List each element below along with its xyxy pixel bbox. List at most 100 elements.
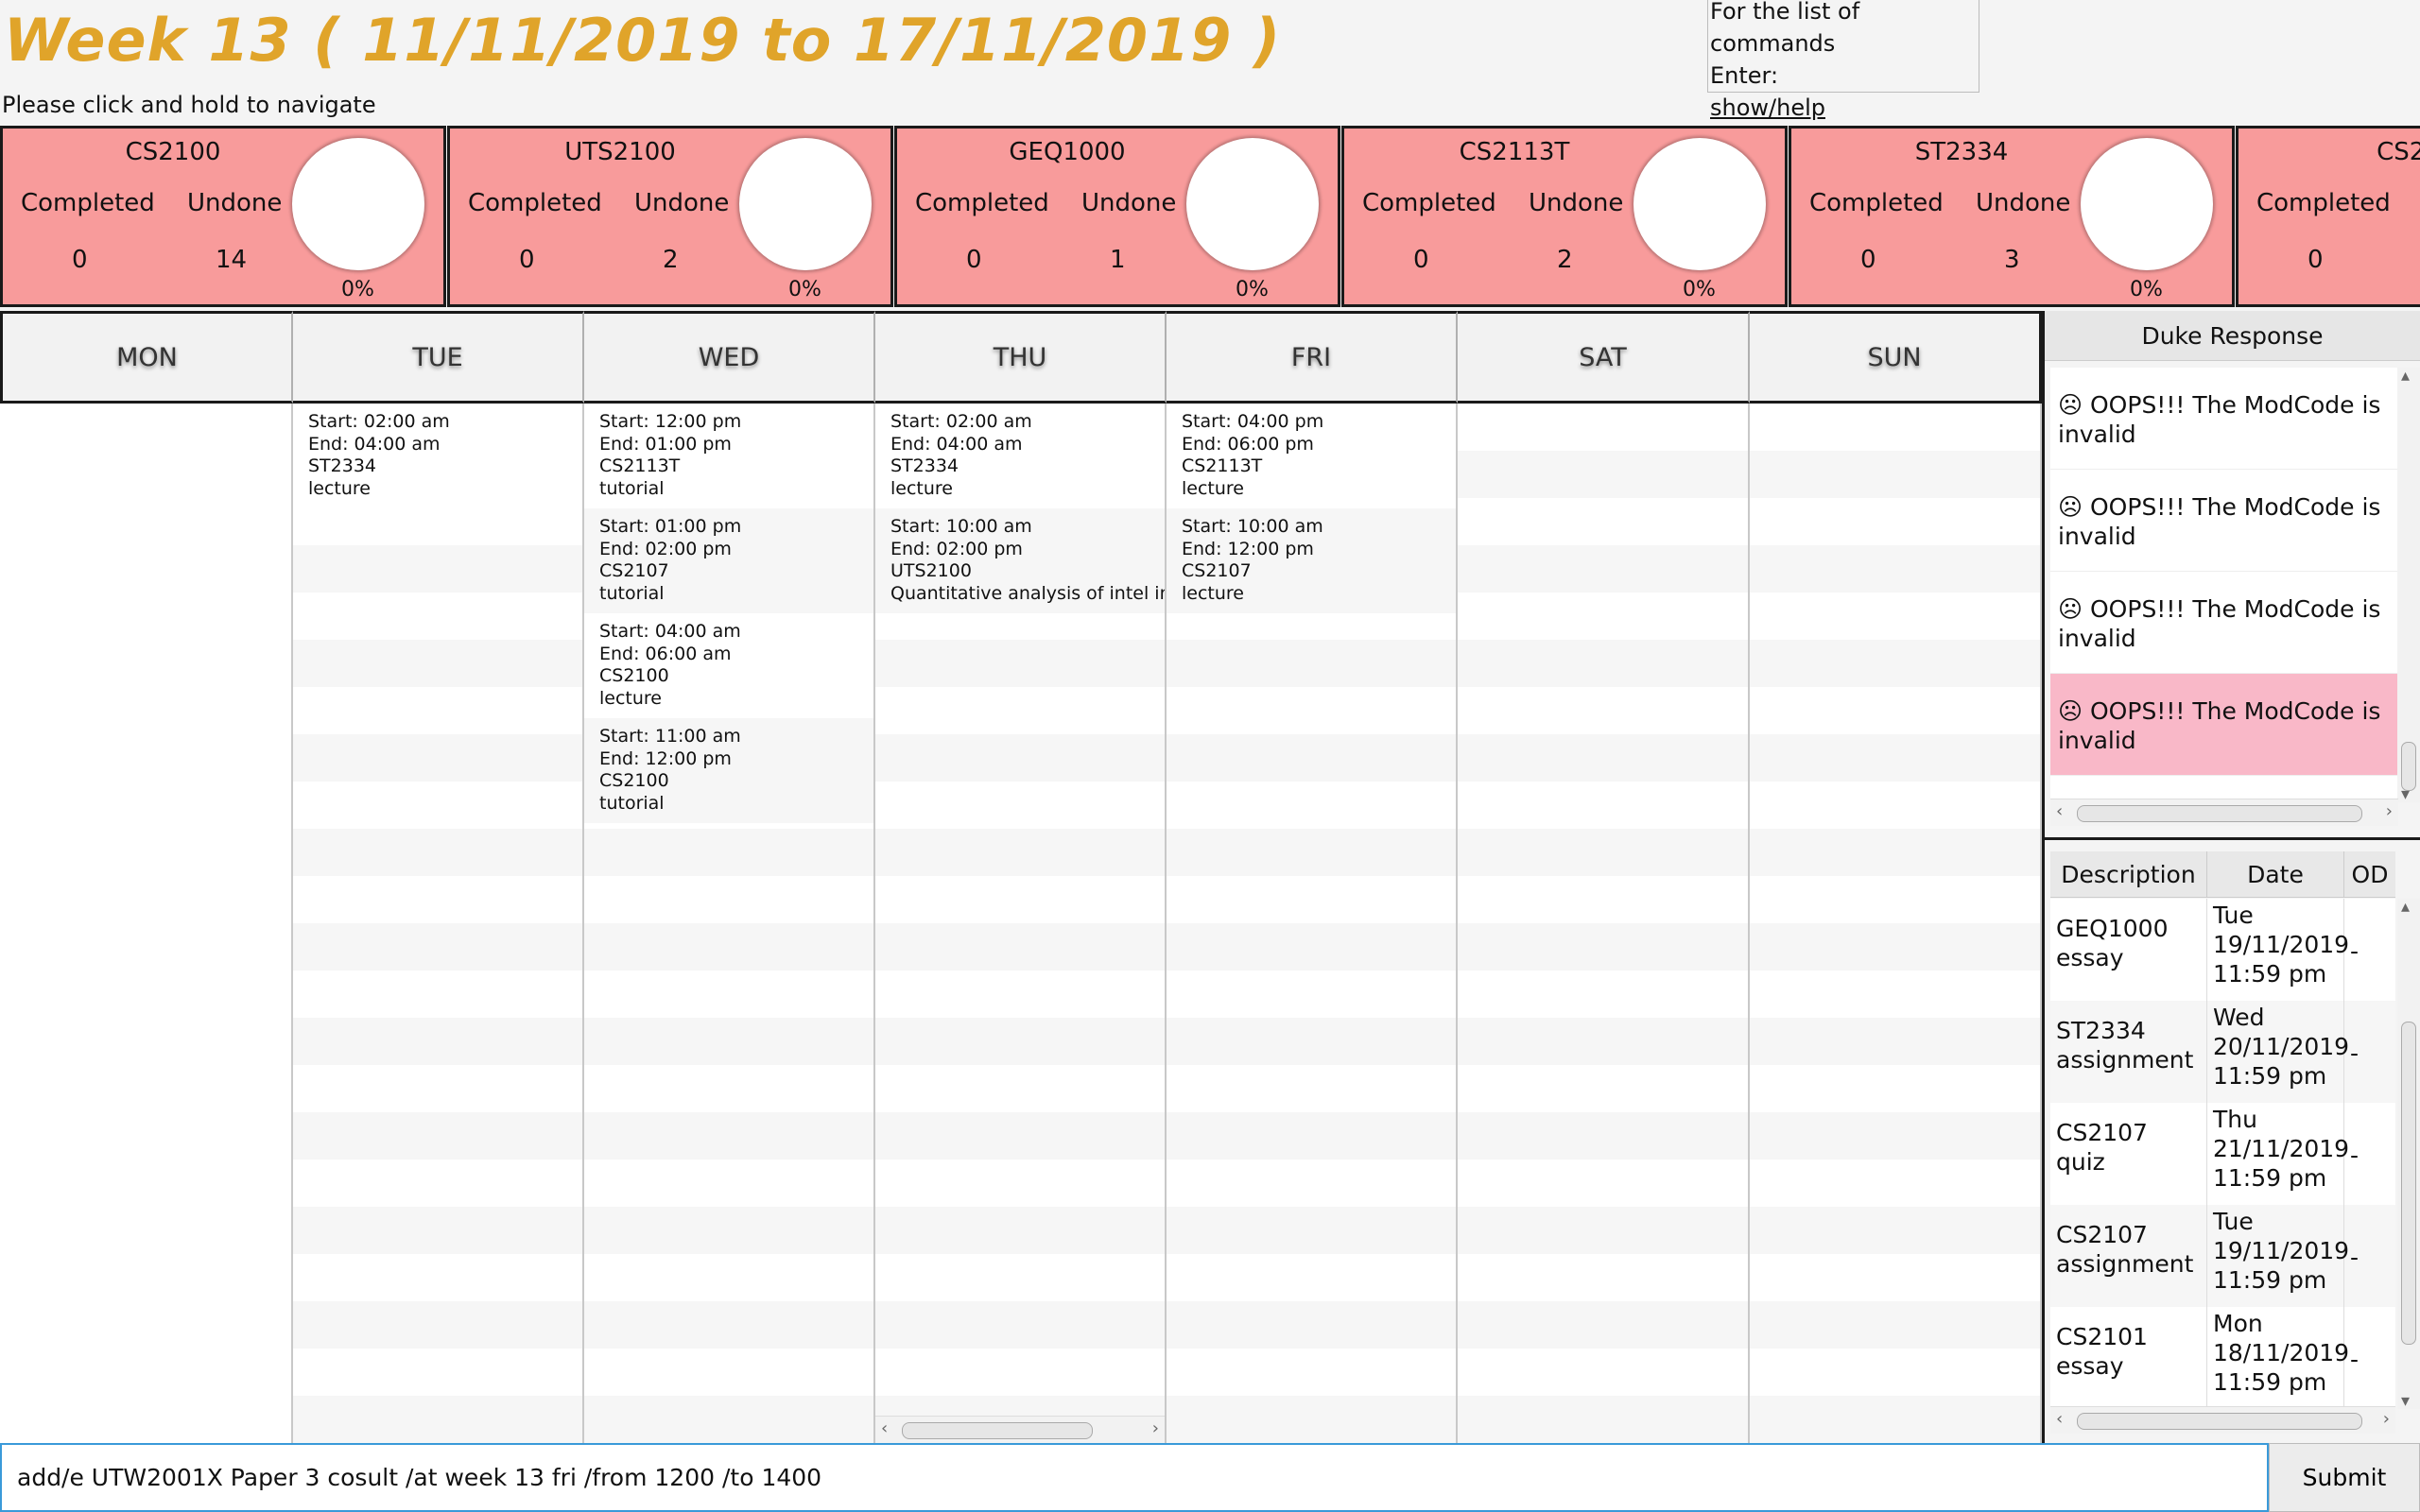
module-card[interactable]: UTS2100 Completed Undone 0 2 0% bbox=[447, 126, 893, 307]
column-header-date[interactable]: Date bbox=[2207, 851, 2344, 897]
deadline-task: assignment bbox=[2056, 1046, 2194, 1074]
row-stripe bbox=[1458, 1301, 1748, 1349]
scroll-down-arrow-icon[interactable]: ▾ bbox=[2401, 1391, 2410, 1411]
deadline-date: Tue 19/11/2019 11:59 pm bbox=[2207, 1205, 2350, 1307]
module-card[interactable]: CS2100 Completed Undone 0 14 0% bbox=[0, 126, 446, 307]
duke-horizontal-scrollbar[interactable]: ‹ › bbox=[2050, 799, 2398, 826]
event-list: Start: 02:00 am End: 04:00 am ST2334 lectur… bbox=[875, 404, 1165, 613]
command-input[interactable] bbox=[0, 1443, 2269, 1512]
module-card[interactable]: CS2113T Completed Undone 0 2 0% bbox=[1341, 126, 1788, 307]
deadline-row[interactable]: CS2107 assignment Tue 19/11/2019 11:59 pm - bbox=[2050, 1205, 2395, 1307]
duke-response-item[interactable]: ☹ OOPS!!! The ModCode is invalid bbox=[2050, 368, 2398, 470]
duke-response-item[interactable]: ☹ OOPS!!! The ModCode is invalid bbox=[2050, 470, 2398, 572]
thu-horizontal-scrollbar[interactable]: ‹ › bbox=[875, 1416, 1165, 1443]
row-stripe bbox=[875, 829, 1165, 876]
deadline-row[interactable]: CS2101 essay Mon 18/11/2019 11:59 pm - bbox=[2050, 1307, 2395, 1409]
day-column-thu[interactable]: Start: 02:00 am End: 04:00 am ST2334 lectur… bbox=[875, 404, 1167, 1443]
day-header-tue: TUE bbox=[293, 311, 584, 404]
event-entry[interactable]: Start: 11:00 am End: 12:00 pm CS2100 tutori… bbox=[584, 718, 873, 823]
row-stripe bbox=[1750, 687, 2040, 734]
row-stripe bbox=[1167, 640, 1456, 687]
duke-response-item[interactable]: ☹ OOPS!!! The ModCode is invalid bbox=[2050, 674, 2398, 776]
module-code: CS21 bbox=[2377, 138, 2420, 166]
row-stripe bbox=[1458, 1254, 1748, 1301]
module-code: CS2113T bbox=[1459, 138, 1570, 166]
scroll-down-arrow-icon[interactable]: ▾ bbox=[2401, 784, 2410, 804]
row-stripe bbox=[1167, 1301, 1456, 1349]
module-card[interactable]: CS21 Completed 0 bbox=[2236, 126, 2420, 307]
event-type: lecture bbox=[1182, 582, 1244, 604]
day-column-sat[interactable] bbox=[1458, 404, 1750, 1443]
row-stripe bbox=[293, 545, 582, 593]
column-header-od[interactable]: OD bbox=[2344, 851, 2395, 897]
scroll-right-arrow-icon[interactable]: › bbox=[2386, 801, 2393, 821]
day-column-tue[interactable]: Start: 02:00 am End: 04:00 am ST2334 lectur… bbox=[293, 404, 584, 1443]
deadline-horizontal-scrollbar[interactable]: ‹ › bbox=[2050, 1406, 2395, 1434]
row-stripe bbox=[293, 1112, 582, 1160]
event-entry[interactable]: Start: 10:00 am End: 02:00 pm UTS2100 Quant… bbox=[875, 508, 1165, 613]
event-end: End: 02:00 pm bbox=[599, 538, 732, 559]
duke-response-item[interactable]: ☹ OOPS!!! The ModCode is invalid bbox=[2050, 572, 2398, 674]
day-column-sun[interactable] bbox=[1750, 404, 2042, 1443]
scroll-up-arrow-icon[interactable]: ▴ bbox=[2401, 366, 2410, 386]
column-header-description[interactable]: Description bbox=[2050, 851, 2207, 897]
weekly-timetable[interactable]: MON TUE Start: 02:00 am End: 04:00 am ST2334… bbox=[0, 311, 2042, 1443]
submit-button[interactable]: Submit bbox=[2269, 1443, 2420, 1512]
scroll-right-arrow-icon[interactable]: › bbox=[2383, 1409, 2390, 1429]
scroll-right-arrow-icon[interactable]: › bbox=[1152, 1418, 1159, 1438]
deadline-module: GEQ1000 bbox=[2056, 915, 2169, 942]
scroll-up-arrow-icon[interactable]: ▴ bbox=[2401, 897, 2410, 917]
event-list: Start: 02:00 am End: 04:00 am ST2334 lectur… bbox=[293, 404, 582, 508]
completed-count: 0 bbox=[1413, 246, 1429, 274]
event-start: Start: 10:00 am bbox=[890, 516, 1032, 537]
event-module: ST2334 bbox=[890, 455, 959, 476]
deadline-row[interactable]: GEQ1000 essay Tue 19/11/2019 11:59 pm - bbox=[2050, 899, 2395, 1001]
undone-count: 3 bbox=[2004, 246, 2020, 274]
row-stripe bbox=[1167, 923, 1456, 971]
deadline-date-value: 19/11/2019 bbox=[2213, 1237, 2350, 1264]
row-stripe bbox=[875, 782, 1165, 829]
scroll-left-arrow-icon[interactable]: ‹ bbox=[2056, 1409, 2063, 1429]
event-entry[interactable]: Start: 02:00 am End: 04:00 am ST2334 lectur… bbox=[875, 404, 1165, 508]
scroll-left-arrow-icon[interactable]: ‹ bbox=[881, 1418, 888, 1438]
row-stripe bbox=[1458, 640, 1748, 687]
week-title: Week 13 ( 11/11/2019 to 17/11/2019 ) bbox=[4, 6, 1282, 75]
module-card[interactable]: ST2334 Completed Undone 0 3 0% bbox=[1789, 126, 2235, 307]
deadline-row[interactable]: CS2107 quiz Thu 21/11/2019 11:59 pm - bbox=[2050, 1103, 2395, 1205]
scrollbar-thumb[interactable] bbox=[902, 1422, 1093, 1439]
row-stripe bbox=[293, 829, 582, 876]
duke-vertical-scrollbar[interactable]: ▴ ▾ bbox=[2397, 366, 2420, 804]
event-module: ST2334 bbox=[308, 455, 377, 476]
deadline-table[interactable]: Description Date OD GEQ1000 essay Tue 19/11… bbox=[2045, 840, 2420, 1443]
row-stripe bbox=[293, 687, 582, 734]
event-entry[interactable]: Start: 10:00 am End: 12:00 pm CS2107 lectur… bbox=[1167, 508, 1456, 613]
help-command-link[interactable]: show/help bbox=[1710, 92, 1979, 124]
module-card[interactable]: GEQ1000 Completed Undone 0 1 0% bbox=[894, 126, 1340, 307]
progress-pie-chart bbox=[292, 138, 424, 270]
event-entry[interactable]: Start: 02:00 am End: 04:00 am ST2334 lectur… bbox=[293, 404, 582, 508]
module-cards-strip[interactable]: CS2100 Completed Undone 0 14 0% UTS2100 Complet… bbox=[0, 126, 2420, 311]
duke-response-list[interactable]: ☹ OOPS!!! The ModCode is invalid ☹ OOPS!!… bbox=[2050, 368, 2398, 802]
event-start: Start: 01:00 pm bbox=[599, 516, 742, 537]
deadline-date-value: 18/11/2019 bbox=[2213, 1339, 2350, 1366]
day-column-fri[interactable]: Start: 04:00 pm End: 06:00 pm CS2113T lectu… bbox=[1167, 404, 1458, 1443]
event-entry[interactable]: Start: 04:00 am End: 06:00 am CS2100 lectur… bbox=[584, 613, 873, 718]
row-stripe bbox=[1750, 640, 2040, 687]
row-stripe bbox=[1167, 1396, 1456, 1443]
day-column-wed[interactable]: Start: 12:00 pm End: 01:00 pm CS2113T tutor… bbox=[584, 404, 875, 1443]
deadline-date: Thu 21/11/2019 11:59 pm bbox=[2207, 1103, 2349, 1205]
row-stripe bbox=[875, 1018, 1165, 1065]
row-stripe bbox=[1750, 1160, 2040, 1207]
deadline-vertical-scrollbar[interactable]: ▴ ▾ bbox=[2397, 897, 2420, 1411]
deadline-row[interactable]: ST2334 assignment Wed 20/11/2019 11:59 pm - bbox=[2050, 1001, 2395, 1103]
progress-pie-chart bbox=[739, 138, 872, 270]
event-entry[interactable]: Start: 04:00 pm End: 06:00 pm CS2113T lectu… bbox=[1167, 404, 1456, 508]
event-entry[interactable]: Start: 12:00 pm End: 01:00 pm CS2113T tutor… bbox=[584, 404, 873, 508]
event-list: Start: 12:00 pm End: 01:00 pm CS2113T tutor… bbox=[584, 404, 873, 823]
row-stripe bbox=[584, 923, 873, 971]
row-stripe bbox=[293, 593, 582, 640]
day-column-mon[interactable] bbox=[0, 404, 293, 1443]
event-entry[interactable]: Start: 01:00 pm End: 02:00 pm CS2107 tutori… bbox=[584, 508, 873, 613]
scroll-left-arrow-icon[interactable]: ‹ bbox=[2056, 801, 2063, 821]
row-stripe bbox=[1167, 1160, 1456, 1207]
